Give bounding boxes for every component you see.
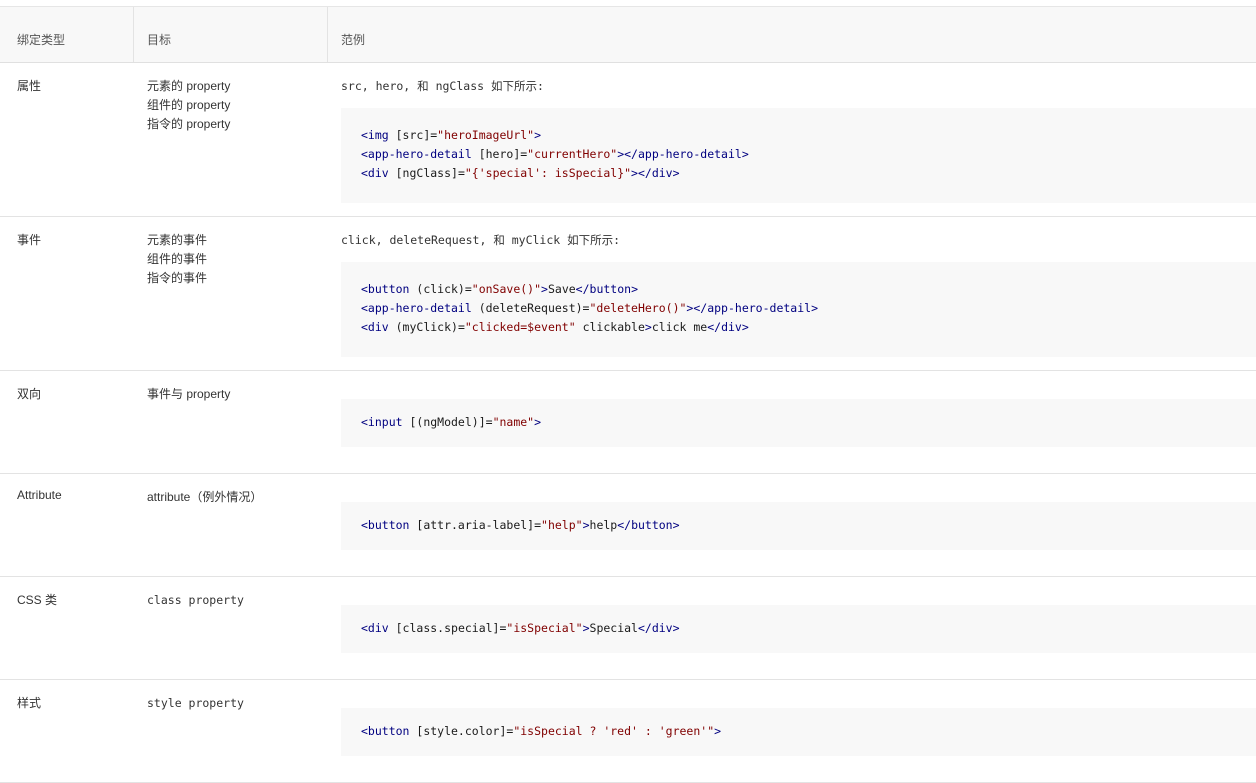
target-list: class property [147, 591, 244, 610]
column-divider [133, 7, 134, 62]
binding-type: 双向 [17, 387, 42, 401]
code-line: <button [style.color]="isSpecial ? 'red'… [361, 724, 722, 738]
target-item: style property [147, 696, 244, 710]
target-list: 元素的事件 组件的事件 指令的事件 [147, 231, 207, 288]
table-row: 双向 事件与 property <input [(ngModel)]="name… [0, 371, 1256, 474]
target-list: 元素的 property 组件的 property 指令的 property [147, 77, 230, 134]
binding-type: 样式 [17, 696, 42, 710]
target-item: 事件与 property [147, 387, 231, 401]
column-divider [327, 7, 328, 62]
code-line: <button [attr.aria-label]="help">help</b… [361, 518, 680, 532]
binding-type: Attribute [17, 488, 62, 502]
header-example: 范例 [341, 33, 366, 47]
target-item: 指令的 property [147, 117, 231, 131]
code-block: <img [src]="heroImageUrl"> <app-hero-det… [341, 108, 1256, 203]
table-header: 绑定类型 目标 范例 [0, 7, 1256, 63]
target-item: class property [147, 593, 244, 607]
code-line: <input [(ngModel)]="name"> [361, 415, 542, 429]
code-line: <app-hero-detail (deleteRequest)="delete… [361, 301, 818, 315]
header-target: 目标 [147, 33, 172, 47]
code-line: <button (click)="onSave()">Save</button> [361, 282, 638, 296]
code-block: <button (click)="onSave()">Save</button>… [341, 262, 1256, 357]
code-block: <button [attr.aria-label]="help">help</b… [341, 502, 1256, 550]
target-list: style property [147, 694, 244, 713]
target-list: 事件与 property [147, 385, 230, 404]
example-description: src, hero, 和 ngClass 如下所示: [341, 79, 544, 93]
example-description: click, deleteRequest, 和 myClick 如下所示: [341, 233, 621, 247]
target-list: attribute（例外情况） [147, 488, 262, 507]
code-line: <app-hero-detail [hero]="currentHero"></… [361, 147, 749, 161]
code-line: <div [class.special]="isSpecial">Special… [361, 621, 680, 635]
binding-types-table: 绑定类型 目标 范例 属性 元素的 property 组件的 property … [0, 6, 1256, 783]
binding-type: CSS 类 [17, 593, 58, 607]
table-row: 属性 元素的 property 组件的 property 指令的 propert… [0, 63, 1256, 217]
binding-type: 事件 [17, 233, 42, 247]
target-item: 元素的 property [147, 79, 231, 93]
code-block: <input [(ngModel)]="name"> [341, 399, 1256, 447]
code-block: <button [style.color]="isSpecial ? 'red'… [341, 708, 1256, 756]
target-item: attribute（例外情况） [147, 490, 263, 504]
table-row: CSS 类 class property <div [class.special… [0, 577, 1256, 680]
code-line: <div [ngClass]="{'special': isSpecial}">… [361, 166, 680, 180]
code-block: <div [class.special]="isSpecial">Special… [341, 605, 1256, 653]
table-row: 事件 元素的事件 组件的事件 指令的事件 click, deleteReques… [0, 217, 1256, 371]
target-item: 组件的事件 [147, 252, 208, 266]
header-binding-type: 绑定类型 [17, 33, 66, 47]
binding-type: 属性 [17, 79, 42, 93]
target-item: 元素的事件 [147, 233, 208, 247]
target-item: 指令的事件 [147, 271, 208, 285]
table-row: Attribute attribute（例外情况） <button [attr.… [0, 474, 1256, 577]
target-item: 组件的 property [147, 98, 231, 112]
code-line: <img [src]="heroImageUrl"> [361, 128, 542, 142]
table-row: 样式 style property <button [style.color]=… [0, 680, 1256, 783]
code-line: <div (myClick)="clicked=$event" clickabl… [361, 320, 749, 334]
